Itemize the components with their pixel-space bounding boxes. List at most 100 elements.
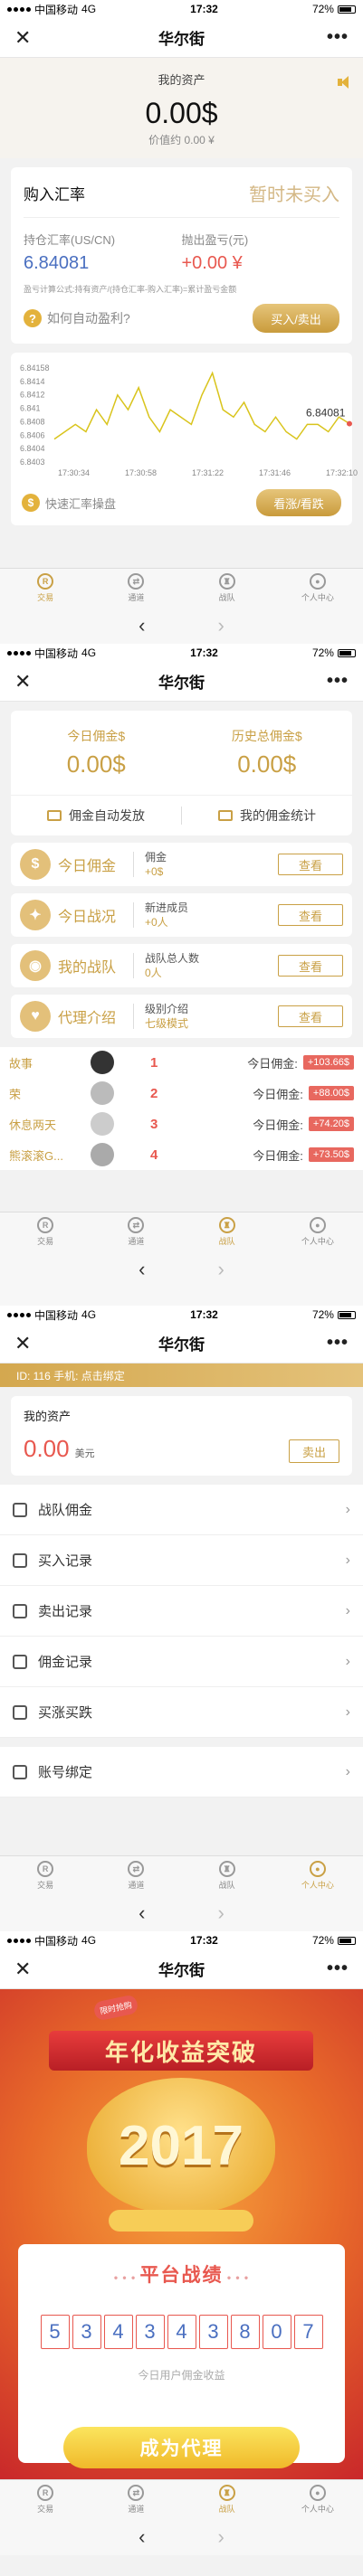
- tab-label: 战队: [218, 1881, 235, 1890]
- how-profit-link[interactable]: ? 如何自动盈利?: [24, 309, 130, 327]
- forward-icon[interactable]: ›: [218, 1258, 224, 1281]
- doc-icon: [13, 1654, 27, 1669]
- buy-sell-button[interactable]: 买入/卖出: [253, 304, 339, 333]
- menu-up-down[interactable]: 买涨买跌 ›: [0, 1687, 363, 1738]
- forward-icon[interactable]: ›: [218, 614, 224, 637]
- close-icon[interactable]: ✕: [14, 26, 36, 50]
- counter-digit: 3: [135, 2315, 165, 2349]
- view-button[interactable]: 查看: [278, 955, 343, 977]
- row-name: 今日战况: [51, 902, 134, 928]
- row-key: 级别介绍: [145, 1003, 189, 1015]
- tab-label: 交易: [37, 593, 54, 602]
- tab-channel[interactable]: ⇄ 通道: [91, 1856, 181, 1895]
- tab-profile[interactable]: ● 个人中心: [272, 1856, 363, 1895]
- avatar: [91, 1143, 114, 1166]
- row-value: 七级模式: [145, 1017, 189, 1030]
- counter-digit: 8: [230, 2315, 260, 2349]
- rank-number: 3: [150, 1116, 158, 1132]
- app-header: ✕ 华尔街 •••: [0, 1324, 363, 1363]
- close-icon[interactable]: ✕: [14, 1332, 36, 1355]
- battery-percent: 72%: [311, 646, 334, 659]
- my-stats-link[interactable]: 我的佣金统计: [181, 807, 352, 825]
- tab-team[interactable]: ♜ 战队: [182, 2480, 272, 2519]
- menu-buy-records[interactable]: 买入记录 ›: [0, 1535, 363, 1586]
- ranking-row: 休息两天 3 今日佣金: +74.20$: [0, 1109, 363, 1139]
- dollar-icon: $: [22, 494, 40, 512]
- chevron-right-icon: ›: [345, 1552, 350, 1568]
- tab-team[interactable]: ♜ 战队: [182, 1856, 272, 1895]
- back-icon[interactable]: ‹: [139, 1258, 145, 1281]
- trade-icon: R: [37, 573, 54, 590]
- coins-decoration: [109, 2210, 253, 2232]
- view-trend-button[interactable]: 看涨/看跌: [256, 489, 341, 516]
- buy-rate-card: 购入汇率 暂时未买入 持仓汇率(US/CN) 6.84081 抛出盈亏(元) +0.0…: [11, 167, 352, 344]
- auto-pay-link[interactable]: 佣金自动发放: [11, 807, 181, 825]
- menu-sell-records[interactable]: 卖出记录 ›: [0, 1586, 363, 1637]
- menu-team-commission[interactable]: 战队佣金 ›: [0, 1485, 363, 1535]
- transition-artifact: [0, 1288, 363, 1306]
- tab-team[interactable]: ♜ 战队: [182, 569, 272, 608]
- network: 4G: [81, 1934, 97, 1947]
- view-button[interactable]: 查看: [278, 1005, 343, 1027]
- signal-icon: [7, 1938, 31, 1943]
- more-icon[interactable]: •••: [327, 27, 349, 48]
- tab-profile[interactable]: ● 个人中心: [272, 569, 363, 608]
- more-icon[interactable]: •••: [327, 671, 349, 692]
- more-icon[interactable]: •••: [327, 1333, 349, 1354]
- ranking-list: 故事 1 今日佣金: +103.66$ 荣 2 今日佣金: +88.00$ 休息两天 3 今日佣…: [0, 1047, 363, 1170]
- y-tick-label: 6.8414: [20, 377, 45, 386]
- close-icon[interactable]: ✕: [14, 1958, 36, 1981]
- menu-commission-records[interactable]: 佣金记录 ›: [0, 1637, 363, 1687]
- sell-pl-label: 抛出盈亏(元): [181, 233, 249, 247]
- speaker-icon[interactable]: [338, 76, 350, 89]
- stats-title: 平台战绩: [139, 2265, 224, 2286]
- tab-trade[interactable]: R 交易: [0, 2480, 91, 2519]
- row-today-battle: ✦ 今日战况 新进成员 +0人 查看: [11, 893, 352, 937]
- rank-label: 今日佣金:: [253, 1087, 303, 1101]
- buy-title: 购入汇率: [24, 186, 85, 203]
- tab-label: 个人中心: [301, 593, 334, 602]
- tab-label: 交易: [37, 1881, 54, 1890]
- tab-bar: R 交易 ⇄ 通道 ♜ 战队 ● 个人中心: [0, 2479, 363, 2519]
- back-icon[interactable]: ‹: [139, 2525, 145, 2549]
- tab-channel[interactable]: ⇄ 通道: [91, 2480, 181, 2519]
- back-icon[interactable]: ‹: [139, 614, 145, 637]
- sell-button[interactable]: 卖出: [289, 1439, 339, 1463]
- user-banner[interactable]: ID: 116 手机: 点击绑定: [0, 1363, 363, 1387]
- rate-chart-card: 6.84158 6.8414 6.8412 6.841 6.8408 6.8406 6.84…: [11, 353, 358, 525]
- tab-trade[interactable]: R 交易: [0, 1213, 91, 1251]
- tab-team[interactable]: ♜ 战队: [182, 1213, 272, 1251]
- clock: 17:32: [190, 1934, 218, 1947]
- become-agent-button[interactable]: 成为代理: [63, 2427, 300, 2468]
- trade-icon: R: [37, 1861, 54, 1877]
- tab-profile[interactable]: ● 个人中心: [272, 1213, 363, 1251]
- tab-trade[interactable]: R 交易: [0, 569, 91, 608]
- clock: 17:32: [190, 646, 218, 659]
- buy-status: 暂时未买入: [249, 185, 339, 205]
- tab-channel[interactable]: ⇄ 通道: [91, 1213, 181, 1251]
- forward-icon[interactable]: ›: [218, 2525, 224, 2549]
- counter-digit: 3: [198, 2315, 228, 2349]
- more-icon[interactable]: •••: [327, 1958, 349, 1979]
- trophy-icon: ♜: [218, 1217, 235, 1233]
- tab-channel[interactable]: ⇄ 通道: [91, 569, 181, 608]
- y-tick-label: 6.8403: [20, 458, 45, 467]
- app-header: ✕ 华尔街 •••: [0, 1949, 363, 1989]
- back-icon[interactable]: ‹: [139, 1901, 145, 1925]
- trophy-icon: ♜: [218, 1861, 235, 1877]
- view-button[interactable]: 查看: [278, 904, 343, 926]
- y-tick-label: 6.8412: [20, 391, 45, 400]
- year-medal: 2017: [87, 2078, 275, 2213]
- runner-icon: ✦: [20, 900, 51, 930]
- forward-icon[interactable]: ›: [218, 1901, 224, 1925]
- user-id[interactable]: ID: 116 手机: 点击绑定: [16, 1368, 125, 1383]
- menu-account-bind[interactable]: 账号绑定 ›: [0, 1747, 363, 1798]
- browser-nav: ‹ ›: [0, 608, 363, 644]
- view-button[interactable]: 查看: [278, 854, 343, 875]
- tab-profile[interactable]: ● 个人中心: [272, 2480, 363, 2519]
- y-tick-label: 6.8406: [20, 430, 45, 439]
- profile-menu: 战队佣金 › 买入记录 › 卖出记录 › 佣金记录 › 买涨买跌 ›: [0, 1485, 363, 1738]
- close-icon[interactable]: ✕: [14, 670, 36, 694]
- tab-trade[interactable]: R 交易: [0, 1856, 91, 1895]
- user-icon: ●: [309, 1861, 326, 1877]
